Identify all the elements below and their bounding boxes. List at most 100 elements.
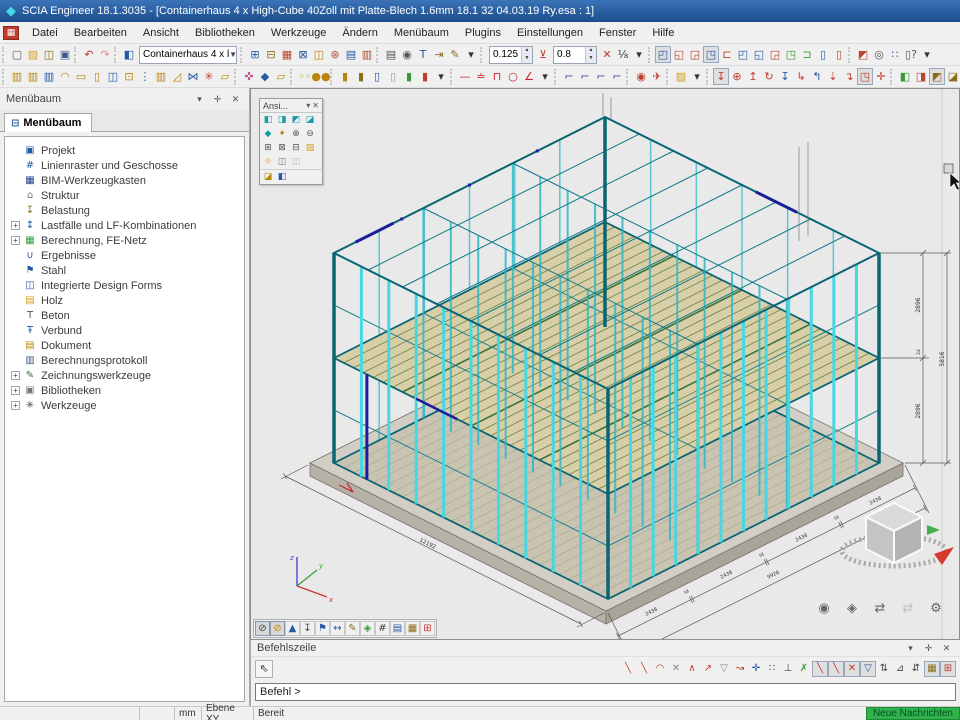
dialog-a-icon[interactable]: ▤ bbox=[343, 46, 359, 63]
print-icon[interactable]: ▤ bbox=[383, 46, 399, 63]
measure-help-icon[interactable]: ▯? bbox=[903, 46, 919, 63]
snap-off-icon[interactable]: ✕ bbox=[668, 661, 684, 677]
toolbar-grip[interactable] bbox=[480, 47, 485, 63]
tree-item-zeichnungswerkzeuge[interactable]: +✎Zeichnungswerkzeuge bbox=[9, 368, 244, 383]
wall-tool-8-icon[interactable]: ◲ bbox=[767, 46, 783, 63]
tree-item-struktur[interactable]: ⌂Struktur bbox=[9, 188, 244, 203]
tree-item-berechnung-fe-netz[interactable]: +▦Berechnung, FE-Netz bbox=[9, 233, 244, 248]
ucs-rotate-2-icon[interactable]: ⇵ bbox=[908, 661, 924, 677]
undo-icon[interactable]: ↶ bbox=[81, 46, 97, 63]
new-plate-icon[interactable]: ▭ bbox=[73, 68, 89, 85]
tree-item-linienraster-und-geschosse[interactable]: #Linienraster und Geschosse bbox=[9, 158, 244, 173]
toolbar-grip[interactable] bbox=[648, 47, 653, 63]
clip-box-off-icon[interactable]: ◫ bbox=[289, 155, 303, 169]
new-project-icon[interactable]: ▢ bbox=[9, 46, 25, 63]
tree-item-verbund[interactable]: ŦVerbund bbox=[9, 323, 244, 338]
tree-expander-icon[interactable]: + bbox=[11, 386, 20, 395]
new-panel-icon[interactable]: ◫ bbox=[105, 68, 121, 85]
workspace-window-icon[interactable]: ◧ bbox=[121, 46, 137, 63]
move-node-icon[interactable]: ✜ bbox=[241, 68, 257, 85]
snap-filter-icon[interactable]: ▽ bbox=[716, 661, 732, 677]
view-top-icon[interactable]: ◩ bbox=[289, 113, 303, 127]
point-load-icon[interactable]: ↧ bbox=[713, 68, 729, 85]
tree-item-stahl[interactable]: ⚑Stahl bbox=[9, 263, 244, 278]
view-perspective-icon[interactable]: ◆ bbox=[261, 127, 275, 141]
snap-arc-icon[interactable]: ◠ bbox=[652, 661, 668, 677]
toolbar-grip[interactable] bbox=[666, 69, 671, 85]
nav-cube-icon[interactable]: ◈ bbox=[843, 599, 861, 617]
tree-expander-icon[interactable]: + bbox=[11, 236, 20, 245]
flip-view-2-icon[interactable]: ⇄ bbox=[899, 599, 917, 617]
snow-load-icon[interactable]: ⇣ bbox=[825, 68, 841, 85]
cmd-close-icon[interactable]: ✕ bbox=[939, 641, 954, 656]
project-manager-icon[interactable]: ⊞ bbox=[247, 46, 263, 63]
print-preview-icon[interactable]: ◉ bbox=[399, 46, 415, 63]
cmd-caret-icon[interactable]: ▾ bbox=[903, 641, 918, 656]
snap-angle-icon[interactable]: ⊻ bbox=[535, 46, 551, 63]
profile-copy-icon[interactable]: ⌐ bbox=[577, 68, 593, 85]
toolbar-grip[interactable] bbox=[706, 69, 711, 85]
hide-selection-icon[interactable]: ◉ bbox=[633, 68, 649, 85]
thermal-load-icon[interactable]: ↧ bbox=[777, 68, 793, 85]
cursor-snap-icon[interactable]: ✛ bbox=[748, 661, 764, 677]
scale-more-caret-icon[interactable]: ▾ bbox=[631, 46, 647, 63]
snap-line-mid-icon[interactable]: ╲ bbox=[636, 661, 652, 677]
profile-move-icon[interactable]: ⌐ bbox=[561, 68, 577, 85]
text-doc-icon[interactable]: T bbox=[415, 46, 431, 63]
load-target-icon[interactable]: ✛ bbox=[873, 68, 889, 85]
export-folder-icon[interactable]: ▨ bbox=[673, 68, 689, 85]
search-icon[interactable]: ◎ bbox=[871, 46, 887, 63]
menu-item-ansicht[interactable]: Ansicht bbox=[135, 24, 187, 42]
new-truss-icon[interactable]: ▥ bbox=[153, 68, 169, 85]
view-filter-2-icon[interactable]: ◪ bbox=[945, 68, 960, 85]
tree-item-holz[interactable]: ▤Holz bbox=[9, 293, 244, 308]
zoom-all-icon[interactable]: ⊠ bbox=[275, 141, 289, 155]
mdi-child-icon[interactable]: ▦ bbox=[3, 26, 19, 40]
spinner-arrows-icon[interactable]: ▲▼ bbox=[521, 47, 532, 63]
tree-item-lastf-lle-und-lf-kombinationen[interactable]: +↕Lastfälle und LF-Kombinationen bbox=[9, 218, 244, 233]
toolbar-grip[interactable] bbox=[240, 47, 245, 63]
show-supports-icon[interactable]: ▲ bbox=[285, 621, 300, 636]
surface-load-icon[interactable]: ⊕ bbox=[729, 68, 745, 85]
gray-columns-icon[interactable]: ▯ bbox=[385, 68, 401, 85]
wall-tool-12-icon[interactable]: ▯ bbox=[831, 46, 847, 63]
tab-menubaum[interactable]: ⊟ Menübaum bbox=[4, 113, 92, 132]
zoom-out-icon[interactable]: ⊖ bbox=[303, 127, 317, 141]
view-load-icon[interactable]: ✦ bbox=[275, 127, 289, 141]
tree-item-dokument[interactable]: ▤Dokument bbox=[9, 338, 244, 353]
new-messages-badge[interactable]: Neue Nachrichten bbox=[866, 707, 960, 720]
menu-item--ndern[interactable]: Ändern bbox=[334, 24, 385, 42]
snap-filter-2-icon[interactable]: ▽ bbox=[860, 661, 876, 677]
menu-item-werkzeuge[interactable]: Werkzeuge bbox=[263, 24, 334, 42]
menu-item-plugins[interactable]: Plugins bbox=[457, 24, 509, 42]
fly-view-icon[interactable]: ✈ bbox=[649, 68, 665, 85]
snap-curve-icon[interactable]: ↝ bbox=[732, 661, 748, 677]
command-input[interactable]: Befehl > bbox=[255, 683, 956, 701]
render-mode-icon[interactable]: # bbox=[375, 621, 390, 636]
new-beam-icon[interactable]: ▥ bbox=[25, 68, 41, 85]
new-slab-icon[interactable]: ▱ bbox=[217, 68, 233, 85]
line-load-icon[interactable]: ↥ bbox=[745, 68, 761, 85]
scale-spinner-1[interactable]: 0.125 ▲▼ bbox=[489, 46, 533, 64]
panel-close-icon[interactable]: ✕ bbox=[228, 92, 243, 107]
toolbar-grip[interactable] bbox=[626, 69, 631, 85]
load-grid-icon[interactable]: ◳ bbox=[857, 68, 873, 85]
view-axo-icon[interactable]: ◪ bbox=[303, 113, 317, 127]
red-columns-icon[interactable]: ▮ bbox=[417, 68, 433, 85]
flip-view-icon[interactable]: ⇄ bbox=[871, 599, 889, 617]
tree-item-bibliotheken[interactable]: +▣Bibliotheken bbox=[9, 383, 244, 398]
snap-endpoint-icon[interactable]: ↗ bbox=[700, 661, 716, 677]
zoom-selection-icon[interactable]: ⊟ bbox=[289, 141, 303, 155]
navigation-cube[interactable] bbox=[842, 503, 954, 566]
free-load-icon[interactable]: ↳ bbox=[793, 68, 809, 85]
new-haunch-icon[interactable]: ◿ bbox=[169, 68, 185, 85]
toolbar-grip[interactable] bbox=[890, 69, 895, 85]
view-filter-icon[interactable]: ◩ bbox=[929, 68, 945, 85]
open-view-folder-icon[interactable]: ▨ bbox=[303, 141, 317, 155]
menu-item-einstellungen[interactable]: Einstellungen bbox=[509, 24, 591, 42]
coord-system-icon[interactable]: ⊠ bbox=[295, 46, 311, 63]
toolbar-grip[interactable] bbox=[234, 69, 239, 85]
snap-off-2-icon[interactable]: ✕ bbox=[844, 661, 860, 677]
add-column-icon[interactable]: ▮ bbox=[337, 68, 353, 85]
doc-export-icon[interactable]: ◨ bbox=[913, 68, 929, 85]
